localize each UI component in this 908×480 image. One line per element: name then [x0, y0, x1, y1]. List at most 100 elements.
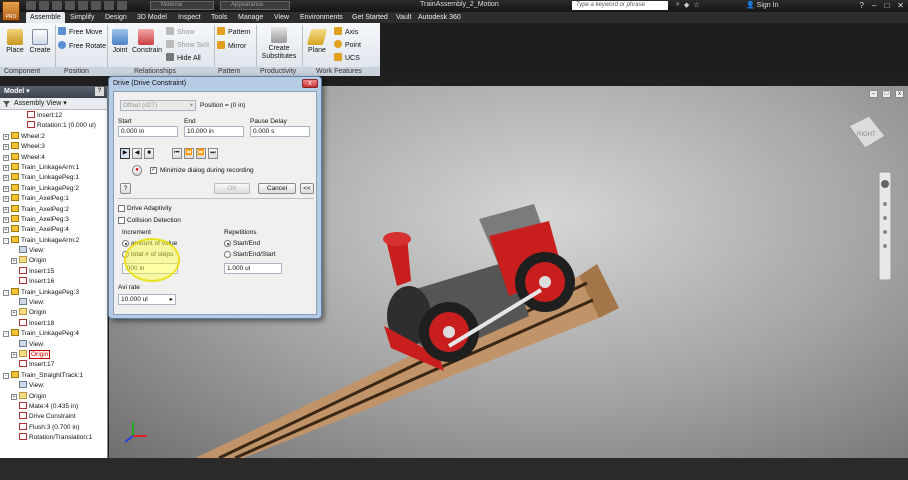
- show-sick-button[interactable]: Show Sick: [166, 40, 210, 49]
- tree-item[interactable]: + Train_AxelPeg:2: [0, 204, 107, 215]
- cancel-button[interactable]: Cancel: [258, 183, 296, 194]
- browser-title[interactable]: Model: [4, 88, 24, 95]
- expand-icon[interactable]: +: [11, 310, 17, 317]
- browser-help-button[interactable]: ?: [95, 87, 104, 96]
- forward-step-button[interactable]: ⏩: [196, 148, 206, 159]
- point-button[interactable]: Point: [334, 40, 361, 49]
- tree-item[interactable]: Insert:18: [0, 318, 107, 329]
- new-icon[interactable]: [26, 1, 36, 10]
- expand-icon[interactable]: +: [11, 351, 17, 358]
- sign-in-link[interactable]: 👤 Sign In: [746, 1, 778, 9]
- expand-icon[interactable]: +: [11, 393, 17, 400]
- avi-rate-input[interactable]: 10.000 ul ▸: [118, 294, 176, 305]
- look-at-icon[interactable]: [883, 244, 887, 248]
- tree-item[interactable]: - Train_LinkagePeg:3: [0, 287, 107, 298]
- app-logo[interactable]: PRO: [2, 1, 20, 21]
- dialog-help-button[interactable]: ?: [120, 183, 131, 194]
- constrain-button[interactable]: Constrain: [132, 29, 162, 54]
- pause-delay-input[interactable]: 0.000 s: [250, 126, 310, 137]
- axis-button[interactable]: Axis: [334, 27, 358, 36]
- tree-item[interactable]: + Train_LinkagePeg:2: [0, 183, 107, 194]
- expand-icon[interactable]: +: [3, 133, 9, 140]
- zoom-icon[interactable]: [883, 216, 887, 220]
- tree-item[interactable]: - Train_StraightTrack:1: [0, 370, 107, 381]
- expand-icon[interactable]: +: [3, 175, 9, 182]
- search-input[interactable]: Type a keyword or phrase: [572, 1, 668, 10]
- tree-item[interactable]: Drive Constraint: [0, 412, 107, 422]
- create-substitutes-button[interactable]: Create Substitutes: [260, 27, 298, 61]
- tree-item[interactable]: + Origin: [0, 256, 107, 266]
- tree-item[interactable]: Flush:3 (0.700 in): [0, 422, 107, 433]
- group-work-features[interactable]: Work Features: [316, 67, 362, 76]
- open-icon[interactable]: [39, 1, 49, 10]
- viewport-close-icon[interactable]: x: [895, 90, 904, 98]
- group-productivity[interactable]: Productivity: [260, 67, 296, 76]
- expand-icon[interactable]: +: [11, 258, 17, 265]
- tree-item[interactable]: View:: [0, 246, 107, 256]
- expand-icon[interactable]: +: [3, 216, 9, 223]
- star-icon[interactable]: ☆: [693, 1, 699, 9]
- select-icon[interactable]: [117, 1, 127, 10]
- viewport-minimize-icon[interactable]: –: [869, 90, 878, 98]
- tree-item[interactable]: + Origin: [0, 308, 107, 318]
- mirror-button[interactable]: Mirror: [217, 41, 246, 50]
- reverse-button[interactable]: ◀: [132, 148, 142, 159]
- tab-vault[interactable]: Vault: [396, 12, 411, 23]
- tree-item[interactable]: + Train_AxelPeg:3: [0, 214, 107, 225]
- increment-input[interactable]: .000 in: [122, 263, 178, 274]
- tree-item[interactable]: Insert:16: [0, 277, 107, 287]
- tab-design[interactable]: Design: [105, 12, 127, 23]
- pause-button[interactable]: ■: [144, 148, 154, 159]
- tree-item[interactable]: + Train_AxelPeg:1: [0, 194, 107, 204]
- tree-item[interactable]: Insert:12: [0, 111, 107, 121]
- tab-inspect[interactable]: Inspect: [178, 12, 201, 23]
- tree-item[interactable]: Mate:4 (0.435 in): [0, 401, 107, 412]
- home-icon[interactable]: [91, 1, 101, 10]
- tab-tools[interactable]: Tools: [211, 12, 227, 23]
- expand-icon[interactable]: +: [3, 227, 9, 234]
- tree-item[interactable]: + Wheel:3: [0, 142, 107, 152]
- collapse-icon[interactable]: -: [3, 372, 9, 379]
- pattern-button[interactable]: Pattern: [217, 27, 251, 36]
- hide-all-button[interactable]: Hide All: [166, 53, 201, 62]
- tree-item[interactable]: Insert:15: [0, 266, 107, 277]
- tab-view[interactable]: View: [274, 12, 289, 23]
- start-end-start-radio[interactable]: [224, 251, 231, 258]
- navigation-bar[interactable]: [878, 171, 892, 281]
- tree-item[interactable]: Insert:17: [0, 360, 107, 370]
- tree-item[interactable]: View:: [0, 298, 107, 308]
- orbit-icon[interactable]: [883, 230, 887, 234]
- tree-item[interactable]: Rotation/Translation:1: [0, 433, 107, 443]
- plane-button[interactable]: Plane: [305, 29, 329, 54]
- end-input[interactable]: 10.000 in: [184, 126, 244, 137]
- expand-icon[interactable]: +: [3, 164, 9, 171]
- tree-item[interactable]: + Origin: [0, 349, 107, 360]
- tab-get-started[interactable]: Get Started: [352, 12, 388, 23]
- collapse-icon[interactable]: -: [3, 237, 9, 244]
- binoculars-icon[interactable]: ⌕: [676, 1, 680, 9]
- minimize-dialog-checkbox[interactable]: ✓: [150, 167, 157, 174]
- group-position[interactable]: Position: [64, 67, 89, 76]
- ok-button[interactable]: OK: [214, 183, 250, 194]
- tab-3d-model[interactable]: 3D Model: [137, 12, 167, 23]
- tab-environments[interactable]: Environments: [300, 12, 343, 23]
- tree-item[interactable]: + Wheel:4: [0, 152, 107, 163]
- close-icon[interactable]: ✕: [897, 1, 904, 10]
- tree-item[interactable]: + Wheel:2: [0, 131, 107, 142]
- dialog-close-button[interactable]: x: [302, 79, 318, 88]
- filter-icon[interactable]: [3, 101, 10, 107]
- tree-item[interactable]: View:: [0, 381, 107, 391]
- tree-item[interactable]: + Train_AxelPeg:4: [0, 225, 107, 235]
- forward-button[interactable]: ▶: [120, 148, 130, 159]
- tab-autodesk-360[interactable]: Autodesk 360: [418, 12, 461, 23]
- reverse-step-button[interactable]: ⏪: [184, 148, 194, 159]
- start-input[interactable]: 0.000 in: [118, 126, 178, 137]
- tree-item[interactable]: + Train_LinkageArm:1: [0, 162, 107, 173]
- place-button[interactable]: Place: [4, 29, 26, 54]
- expand-icon[interactable]: +: [3, 196, 9, 203]
- expand-icon[interactable]: +: [3, 154, 9, 161]
- help-icon[interactable]: ?: [860, 1, 864, 10]
- tree-item[interactable]: + Train_LinkagePeg:1: [0, 173, 107, 183]
- joint-button[interactable]: Joint: [110, 29, 130, 54]
- free-move-button[interactable]: Free Move: [58, 27, 102, 36]
